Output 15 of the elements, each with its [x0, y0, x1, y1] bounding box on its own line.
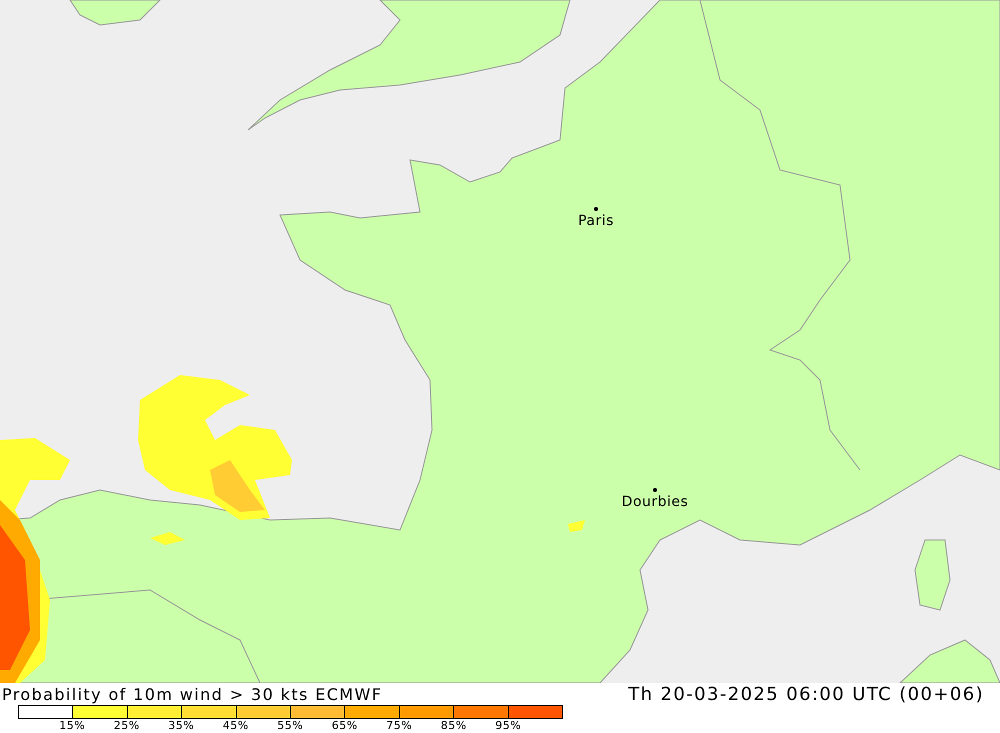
legend-label: 95% [494, 719, 522, 733]
map-title: Probability of 10m wind > 30 kts ECMWF [2, 684, 382, 704]
city-marker-icon [653, 488, 657, 492]
legend-label: 85% [440, 719, 468, 733]
legend-label: 35% [167, 719, 196, 733]
legend-label: 75% [385, 719, 414, 733]
legend-label: 55% [276, 719, 304, 733]
legend-label: 45% [222, 719, 250, 733]
city-label: Dourbies [622, 494, 688, 510]
legend-label: 15% [58, 719, 86, 733]
legend-label: 25% [112, 719, 141, 733]
valid-time: Th 20-03-2025 06:00 UTC (00+06) [628, 684, 984, 704]
city-label: Paris [578, 213, 614, 229]
city-marker-icon [594, 207, 598, 211]
legend-label: 65% [330, 719, 359, 733]
